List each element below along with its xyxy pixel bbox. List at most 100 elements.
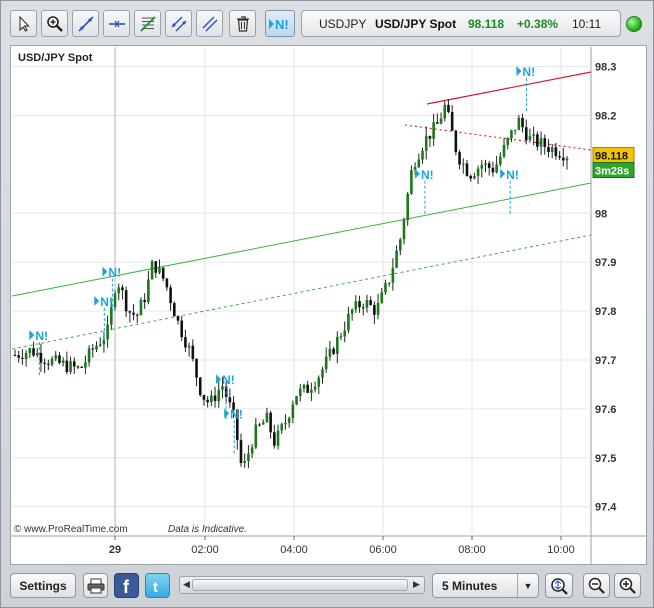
candle-body [499,156,502,165]
candle-body [50,358,54,365]
news-marker-button[interactable]: N! [265,10,295,37]
candle-body [191,345,195,359]
candle-body [213,395,217,402]
candle-body [13,355,17,357]
candle-body [180,320,184,338]
zoom-in-button[interactable] [614,573,641,598]
candle-body [380,292,384,303]
candle-body [106,324,109,340]
candle-body [513,129,517,131]
connection-status-icon [626,16,642,32]
app-frame: N! USDJPY USD/JPY Spot 98.118 +0.38% 10:… [0,0,654,608]
candle-body [47,363,50,365]
candle-body [502,144,506,157]
candle-body [39,352,43,363]
candle-body [339,336,343,338]
price-chart[interactable]: 98.3 98.2 98 97.9 97.8 97.7 97.6 97.5 97.4 29 02:0… [10,45,647,565]
trendline-tool-button[interactable] [72,10,99,37]
candle-body [158,267,161,273]
trash-icon [236,15,249,32]
candle-body [461,163,465,165]
candle-body [517,117,521,130]
interval-selected-value: 5 Minutes [442,579,498,593]
candle-body [328,348,332,357]
candle-body [91,348,95,350]
scrollbar-thumb[interactable] [192,579,408,591]
facebook-icon: f [123,577,130,595]
candle-body [54,355,58,359]
candle-body [198,377,202,395]
candle-body [187,345,191,348]
candle-body [524,127,528,141]
news-marker-label: N! [506,168,519,182]
candle-body [265,412,269,423]
candle-body [428,135,432,139]
candle-body [484,163,487,165]
candle-body [406,193,409,221]
y-tick-label: 98.3 [595,62,616,74]
y-tick-label: 97.5 [595,453,616,465]
trendline-icon [77,15,94,32]
news-marker-label: N! [222,373,235,387]
x-tick-label: 04:00 [280,544,308,556]
candle-body [528,136,532,141]
instrument-price: 98.118 [468,17,505,31]
candle-body [432,122,435,139]
news-marker-label: N! [522,65,535,79]
candle-body [117,287,121,294]
candle-body [361,307,365,309]
scroll-left-icon[interactable]: ◀ [183,579,190,590]
candle-body [465,163,469,176]
candle-body [273,432,276,446]
settings-button[interactable]: Settings [10,573,76,598]
candle-body [276,430,280,446]
candle-body [365,300,369,308]
magnifier-plus-icon [46,15,63,32]
facebook-share-button[interactable]: f [114,573,139,598]
parallel-lines-tool-button[interactable] [196,10,223,37]
print-button[interactable] [83,573,108,598]
candle-body [521,117,524,128]
chart-canvas[interactable]: 98.3 98.2 98 97.9 97.8 97.7 97.6 97.5 97.4 29 02:0… [11,46,646,564]
chart-scrollbar[interactable]: ◀ ▶ [179,576,425,594]
svg-text:f: f [123,577,130,595]
fibonacci-tool-button[interactable] [134,10,161,37]
channel-tool-button[interactable] [165,10,192,37]
candle-body [80,366,83,368]
candle-body [295,396,298,405]
delete-tool-button[interactable] [229,10,256,37]
chart-title: USD/JPY Spot [18,52,93,64]
twitter-share-button[interactable]: t [145,573,170,598]
news-marker-label: N! [421,168,434,182]
scroll-right-icon[interactable]: ▶ [413,579,420,590]
channel-icon [171,16,186,31]
candle-body [21,357,24,360]
pointer-tool-button[interactable] [10,10,37,37]
candle-body [184,337,187,348]
candle-body [547,146,550,152]
candle-body [291,404,295,419]
last-price-label: 98.118 [595,151,628,163]
autoscale-button[interactable] [545,573,573,598]
news-marker-label: N! [108,266,121,280]
x-tick-label: 06:00 [369,544,397,556]
candle-body [358,301,361,308]
candle-body [469,175,472,179]
candle-body [417,159,421,167]
candle-body [317,377,321,387]
chart-disclaimer: Data is Indicative. [168,524,247,535]
candle-body [298,388,302,397]
candle-body [306,384,309,393]
candle-body [176,316,180,321]
zoom-tool-button[interactable] [41,10,68,37]
horizontal-line-tool-button[interactable] [103,10,130,37]
instrument-change: +0.38% [517,17,559,31]
candle-body [443,104,447,119]
candle-body [558,156,561,158]
interval-select[interactable]: 5 Minutes ▼ [432,573,539,598]
zoom-out-button[interactable] [583,573,610,598]
candle-body [347,313,350,331]
candle-body [387,282,391,284]
candle-body [161,267,165,279]
instrument-time: 10:11 [572,17,602,31]
